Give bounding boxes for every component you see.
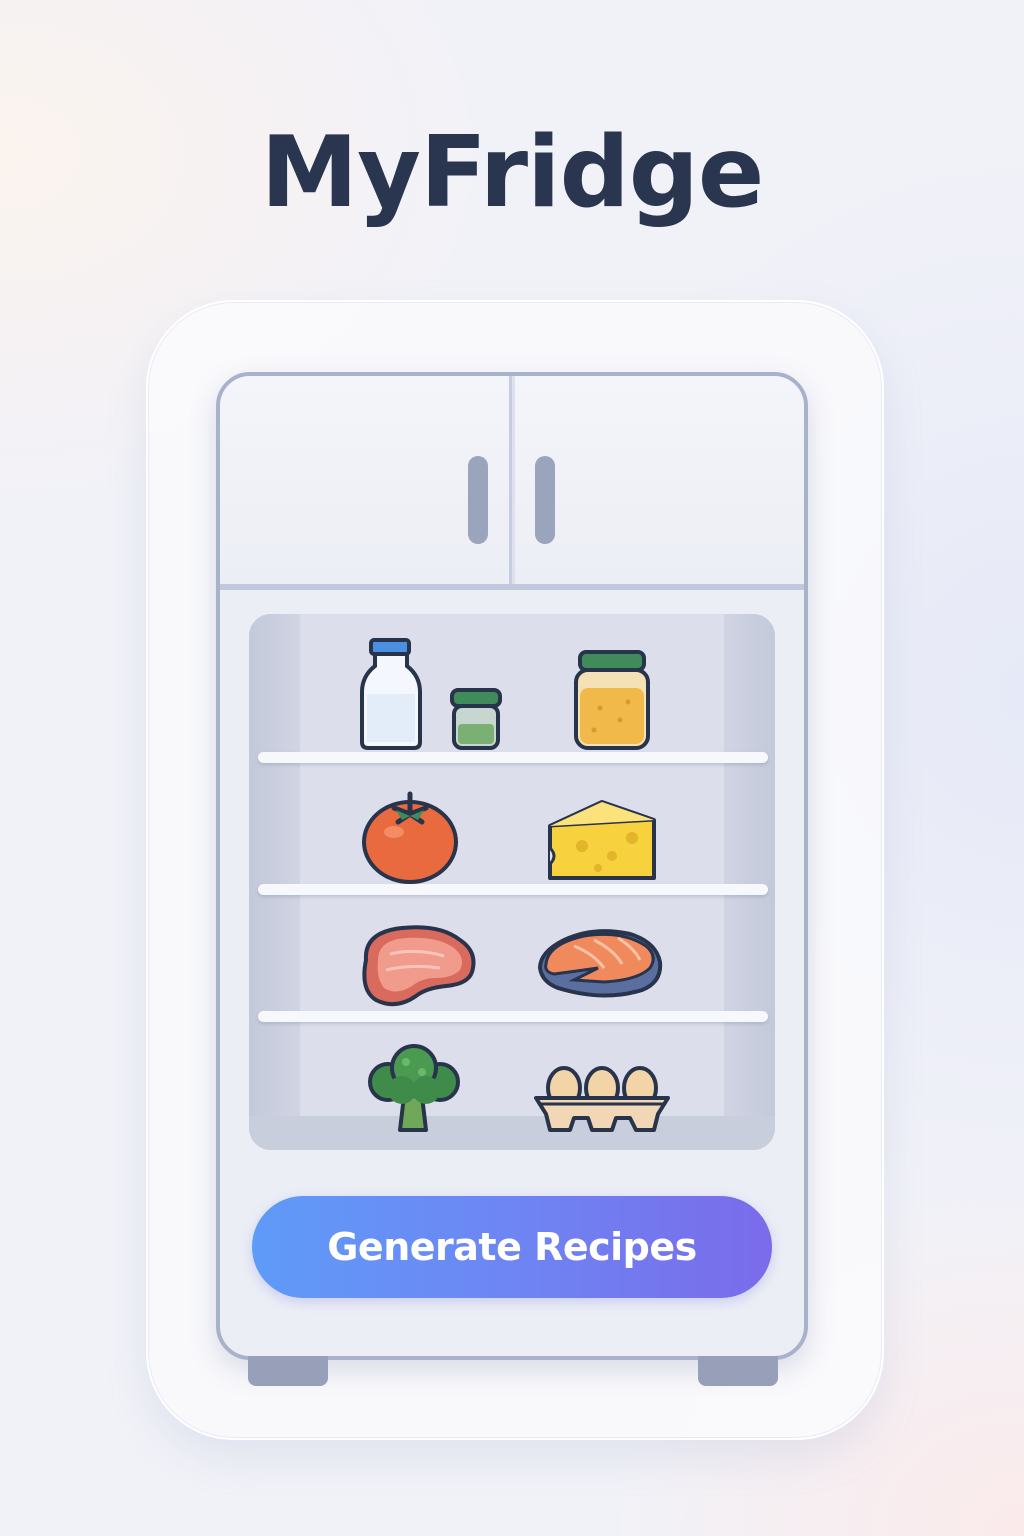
tomato-icon[interactable]: [358, 788, 462, 886]
shelf-2: [258, 884, 768, 895]
steak-icon[interactable]: [356, 920, 480, 1010]
app-title: MyFridge: [260, 116, 765, 230]
milk-bottle-icon[interactable]: [356, 636, 426, 754]
honey-jar-icon[interactable]: [570, 648, 654, 754]
broccoli-icon[interactable]: [362, 1042, 466, 1136]
interior-floor: [249, 1116, 775, 1150]
interior-right-wall: [724, 614, 775, 1150]
shelf-3: [258, 1011, 768, 1022]
fridge-foot-left: [248, 1356, 328, 1386]
salmon-icon[interactable]: [534, 924, 668, 1010]
fridge-foot-right: [698, 1356, 778, 1386]
shelf-1: [258, 752, 768, 763]
interior-left-wall: [249, 614, 300, 1150]
door-handle-right[interactable]: [535, 456, 555, 544]
fridge-interior: [249, 614, 775, 1150]
door-handle-left[interactable]: [468, 456, 488, 544]
generate-recipes-button[interactable]: Generate Recipes: [252, 1196, 772, 1298]
freezer-compartment: [220, 376, 804, 586]
freezer-door-right[interactable]: [512, 376, 804, 584]
fridge-divider: [220, 584, 804, 590]
eggs-carton-icon[interactable]: [532, 1062, 672, 1136]
cheese-icon[interactable]: [542, 796, 662, 886]
small-jar-icon[interactable]: [446, 686, 506, 754]
